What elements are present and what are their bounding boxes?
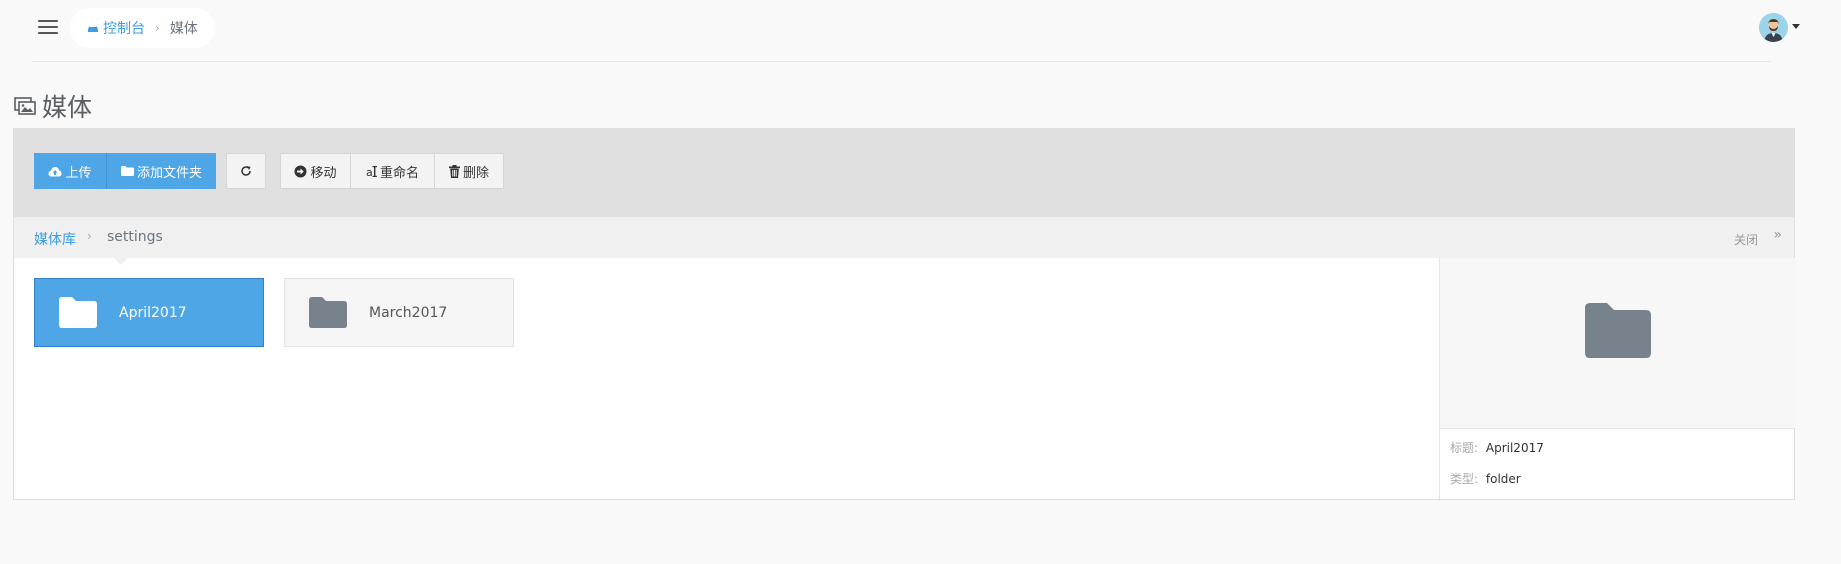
media-breadcrumb: 媒体库 › settings 关闭 »: [14, 217, 1794, 265]
text-cursor-icon: a: [366, 165, 377, 178]
folder-preview: [1440, 258, 1795, 429]
add-folder-button-label: 添加文件夹: [136, 165, 202, 181]
detail-title-row: 标题: April2017: [1450, 439, 1544, 456]
user-avatar[interactable]: [1759, 13, 1788, 42]
media-toolbar: 上传 添加文件夹 移动 a 重命名 删除: [14, 129, 1794, 217]
breadcrumb-separator-icon: ›: [87, 229, 92, 243]
page-header: 媒体: [14, 88, 92, 124]
refresh-button[interactable]: [226, 153, 266, 189]
navbar-divider: [32, 61, 1771, 62]
dashboard-icon: [88, 25, 98, 32]
folder-item[interactable]: April2017: [34, 278, 264, 347]
folder-item[interactable]: March2017: [284, 278, 514, 347]
breadcrumb-current-folder: settings: [107, 229, 163, 245]
breadcrumb-home-label: 控制台: [103, 21, 145, 37]
refresh-icon: [241, 166, 251, 176]
delete-button-label: 删除: [462, 165, 489, 181]
media-manager-panel: 上传 添加文件夹 移动 a 重命名 删除 媒体库 › settings 关闭 »…: [13, 128, 1795, 501]
images-icon: [14, 97, 36, 115]
detail-title-label: 标题:: [1450, 441, 1479, 455]
folder-icon: [1585, 303, 1651, 358]
breadcrumb-current: 媒体: [169, 21, 198, 37]
breadcrumb: 控制台 › 媒体: [70, 8, 215, 48]
folder-icon: [309, 297, 347, 328]
cloud-upload-icon: [48, 166, 62, 176]
breadcrumb-library-link[interactable]: 媒体库: [34, 229, 76, 249]
avatar-icon: [1759, 13, 1788, 42]
double-chevron-right-icon[interactable]: »: [1773, 227, 1782, 243]
breadcrumb-home-link[interactable]: 控制台: [87, 18, 145, 38]
folder-name: March2017: [369, 304, 448, 321]
page-title: 媒体: [42, 93, 93, 122]
details-sidebar: 标题: April2017 类型: folder: [1439, 258, 1795, 501]
move-button[interactable]: 移动: [280, 153, 351, 189]
detail-type-label: 类型:: [1450, 472, 1479, 486]
rename-button-label: 重命名: [379, 165, 419, 181]
folder-icon: [59, 297, 97, 328]
rename-button[interactable]: a 重命名: [350, 153, 435, 189]
detail-type-value: folder: [1485, 472, 1521, 486]
user-menu-caret-icon[interactable]: [1792, 24, 1800, 29]
breadcrumb-separator-icon: ›: [155, 21, 160, 35]
top-navbar: 控制台 › 媒体: [0, 0, 1841, 61]
svg-text:a: a: [366, 166, 373, 178]
delete-button[interactable]: 删除: [434, 153, 504, 189]
breadcrumb-pointer: [114, 258, 128, 265]
close-details-link[interactable]: 关闭: [1734, 231, 1758, 248]
folder-icon: [120, 166, 134, 176]
move-button-label: 移动: [310, 165, 337, 181]
trash-icon: [448, 164, 460, 178]
detail-type-row: 类型: folder: [1450, 470, 1521, 487]
menu-toggle-icon[interactable]: [38, 20, 58, 36]
arrow-circle-right-icon: [294, 165, 307, 177]
upload-button[interactable]: 上传: [34, 153, 106, 189]
folder-name: April2017: [119, 304, 187, 321]
add-folder-button[interactable]: 添加文件夹: [106, 153, 216, 189]
detail-title-value: April2017: [1485, 441, 1544, 455]
upload-button-label: 上传: [65, 165, 92, 181]
